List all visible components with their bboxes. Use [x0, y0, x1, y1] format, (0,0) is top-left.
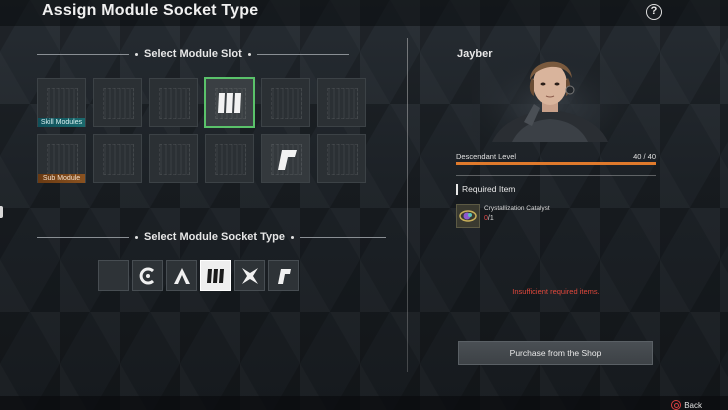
header-line-right — [256, 53, 349, 55]
socket-type-almandine[interactable] — [166, 260, 197, 291]
back-button[interactable]: Back — [671, 400, 702, 410]
module-slot[interactable] — [205, 134, 254, 183]
panel-divider — [407, 38, 408, 372]
back-label: Back — [684, 400, 702, 410]
character-portrait — [472, 50, 628, 142]
level-divider — [456, 175, 656, 176]
malachite-socket-icon — [206, 79, 253, 126]
module-slot[interactable] — [93, 78, 142, 127]
sub-module-label: Sub Module — [38, 174, 85, 183]
item-needed-count: /1 — [487, 215, 494, 222]
edge-handle[interactable] — [0, 206, 3, 218]
slot-section-title: Select Module Slot — [144, 48, 242, 60]
socket-type-empty[interactable] — [98, 260, 129, 291]
required-item-name: Crystallization Catalyst — [484, 205, 550, 212]
header-dot-right — [291, 235, 295, 239]
almandine-icon — [173, 267, 190, 284]
rutile-icon — [277, 268, 291, 284]
module-slot[interactable] — [149, 134, 198, 183]
skill-modules-label: Skill Modules — [38, 118, 85, 127]
socket-type-malachite[interactable] — [200, 260, 231, 291]
header-dot-left — [135, 235, 138, 239]
page-title: Assign Module Socket Type — [42, 2, 259, 19]
insufficient-message: Insufficient required items. — [512, 287, 600, 296]
level-label: Descendant Level — [456, 152, 517, 161]
socket-type-rutile[interactable] — [268, 260, 299, 291]
cerulean-icon — [139, 267, 154, 284]
header-line-left — [37, 53, 129, 55]
level-progress-bar — [456, 162, 656, 165]
socket-section-title: Select Module Socket Type — [144, 231, 286, 243]
socket-section-header: Select Module Socket Type — [37, 231, 387, 243]
module-slot[interactable] — [317, 78, 366, 127]
level-value: 40 / 40 — [633, 152, 656, 161]
required-item-info: Crystallization Catalyst 0/1 — [484, 204, 550, 228]
required-item-count: 0/1 — [484, 215, 550, 222]
socket-type-list — [98, 260, 299, 291]
header-dot-right — [247, 52, 251, 56]
module-slot[interactable] — [149, 78, 198, 127]
xantic-icon — [241, 267, 258, 284]
catalyst-icon — [456, 204, 480, 228]
header-line-left — [37, 236, 129, 238]
slot-section-header: Select Module Slot — [37, 48, 349, 60]
malachite-icon — [206, 268, 224, 283]
bottom-bar — [0, 396, 728, 410]
rutile-socket-icon — [262, 135, 309, 182]
purchase-from-shop-button[interactable]: Purchase from the Shop — [458, 341, 653, 365]
skill-module-slot[interactable]: Skill Modules — [37, 78, 86, 127]
header-line-right — [300, 236, 387, 238]
module-slot[interactable] — [93, 134, 142, 183]
sub-module-slot[interactable]: Sub Module — [37, 134, 86, 183]
help-icon[interactable]: ? — [646, 4, 662, 20]
module-slot[interactable] — [317, 134, 366, 183]
required-item-heading: Required Item — [456, 184, 515, 195]
socket-type-cerulean[interactable] — [132, 260, 163, 291]
module-slot-rutile[interactable] — [261, 134, 310, 183]
module-slot[interactable] — [261, 78, 310, 127]
header-dot-left — [135, 52, 138, 56]
circle-button-icon — [671, 400, 682, 410]
required-item[interactable]: Crystallization Catalyst 0/1 — [456, 204, 550, 228]
socket-type-xantic[interactable] — [234, 260, 265, 291]
level-row: Descendant Level 40 / 40 — [456, 152, 656, 161]
module-slot-selected[interactable] — [204, 77, 255, 128]
